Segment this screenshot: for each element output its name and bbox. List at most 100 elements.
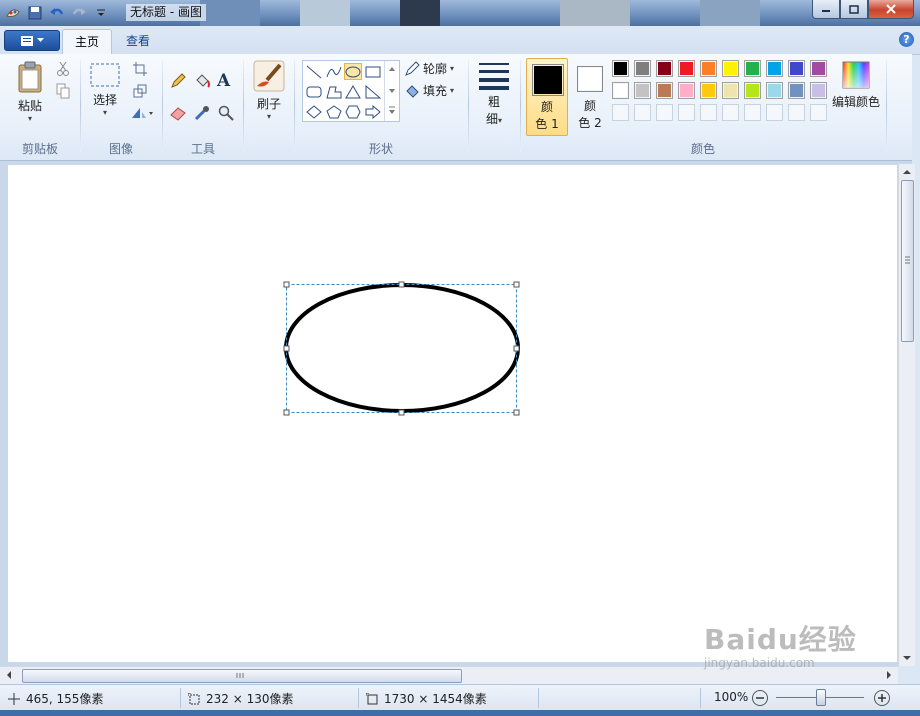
color-swatch[interactable] <box>656 60 673 77</box>
rotate-icon[interactable] <box>129 104 155 122</box>
shapes-group-label: 形状 <box>368 142 393 156</box>
color-swatch[interactable] <box>722 60 739 77</box>
color-swatch[interactable] <box>656 82 673 99</box>
title-bar-background <box>300 0 350 26</box>
color-swatch-fill <box>790 62 803 75</box>
color-swatch[interactable] <box>634 60 651 77</box>
vertical-scrollbar[interactable] <box>898 164 915 666</box>
empty-color-swatch[interactable] <box>788 104 805 121</box>
empty-color-swatch[interactable] <box>744 104 761 121</box>
shape-diamond-icon[interactable] <box>305 103 323 120</box>
customize-toolbar-icon[interactable] <box>92 4 110 22</box>
ribbon-divider <box>520 60 521 152</box>
empty-color-swatch[interactable] <box>678 104 695 121</box>
close-button[interactable] <box>868 0 914 19</box>
color-swatch[interactable] <box>700 82 717 99</box>
zoom-slider-thumb[interactable] <box>816 689 826 706</box>
paste-button[interactable]: 粘贴 ▾ <box>12 60 48 123</box>
color1-label-top: 颜 <box>540 100 553 114</box>
cut-icon[interactable] <box>54 60 72 78</box>
shape-rectangle-icon[interactable] <box>364 63 382 80</box>
shape-polygon-icon[interactable] <box>325 83 343 100</box>
vertical-scroll-thumb[interactable] <box>901 180 914 342</box>
size-button[interactable]: 粗 细▾ <box>474 60 514 127</box>
shape-right-triangle-icon[interactable] <box>364 83 382 100</box>
shape-oval-icon[interactable] <box>344 63 362 80</box>
grip-icon <box>236 673 244 678</box>
scroll-up-icon[interactable] <box>900 166 914 178</box>
title-bar-background <box>560 0 630 26</box>
shape-curve-icon[interactable] <box>325 63 343 80</box>
shape-hexagon-icon[interactable] <box>344 103 362 120</box>
zoom-out-button[interactable] <box>752 690 768 706</box>
empty-color-swatch[interactable] <box>656 104 673 121</box>
horizontal-scroll-thumb[interactable] <box>22 669 462 683</box>
empty-color-swatch[interactable] <box>766 104 783 121</box>
select-button[interactable]: 选择 ▾ <box>89 62 121 117</box>
brushes-button[interactable]: 刷子 ▾ <box>250 60 288 121</box>
empty-color-swatch[interactable] <box>810 104 827 121</box>
color-swatch[interactable] <box>634 82 651 99</box>
drawing-canvas[interactable] <box>8 165 897 662</box>
color-swatch[interactable] <box>722 82 739 99</box>
copy-icon[interactable] <box>54 82 72 100</box>
crop-icon[interactable] <box>131 60 149 78</box>
color1-button[interactable]: 颜 色 1 <box>526 58 568 136</box>
empty-color-swatch[interactable] <box>634 104 651 121</box>
color-palette <box>612 60 830 124</box>
minimize-button[interactable] <box>812 0 840 19</box>
shape-triangle-icon[interactable] <box>344 83 362 100</box>
shape-rounded-rectangle-icon[interactable] <box>305 83 323 100</box>
fill-button[interactable]: 填充 ▾ <box>404 82 454 99</box>
shapes-scroll[interactable] <box>384 61 399 121</box>
outline-button[interactable]: 轮廓 ▾ <box>404 60 454 77</box>
empty-color-swatch[interactable] <box>700 104 717 121</box>
shape-line-icon[interactable] <box>305 63 323 80</box>
paint-menu-button[interactable] <box>4 30 60 51</box>
color-swatch[interactable] <box>612 82 629 99</box>
edit-colors-button[interactable]: 编辑颜色 <box>832 60 880 110</box>
text-tool-icon[interactable]: A <box>217 71 230 91</box>
save-icon[interactable] <box>26 4 44 22</box>
selection-size-icon <box>188 692 200 704</box>
undo-icon[interactable] <box>48 4 66 22</box>
chevron-down-icon: ▾ <box>27 114 32 123</box>
eraser-icon[interactable] <box>169 104 187 122</box>
shape-arrow-icon[interactable] <box>364 103 382 120</box>
tab-view[interactable]: 查看 <box>114 29 162 54</box>
color-swatch[interactable] <box>766 60 783 77</box>
color-swatch[interactable] <box>612 60 629 77</box>
maximize-icon <box>849 4 859 14</box>
empty-color-swatch[interactable] <box>612 104 629 121</box>
scroll-right-icon[interactable] <box>883 668 895 682</box>
paint-app-icon[interactable] <box>4 4 22 22</box>
magnifier-icon[interactable] <box>217 104 235 122</box>
color1-swatch <box>532 64 564 96</box>
pencil-icon[interactable] <box>169 72 187 90</box>
scroll-left-icon[interactable] <box>3 668 15 682</box>
fill-bucket-icon[interactable] <box>193 72 211 90</box>
shape-pentagon-icon[interactable] <box>325 103 343 120</box>
color2-button[interactable]: 颜 色 2 <box>570 58 610 136</box>
empty-color-swatch[interactable] <box>722 104 739 121</box>
color-swatch[interactable] <box>810 60 827 77</box>
color-swatch[interactable] <box>678 60 695 77</box>
resize-icon[interactable] <box>131 82 149 100</box>
color-swatch[interactable] <box>788 60 805 77</box>
ribbon-tab-row: 主页 查看 ? <box>0 26 920 55</box>
color2-label-top: 颜 <box>583 99 596 113</box>
maximize-button[interactable] <box>840 0 868 19</box>
color-swatch[interactable] <box>700 60 717 77</box>
scroll-down-icon[interactable] <box>900 652 914 664</box>
color-swatch[interactable] <box>810 82 827 99</box>
zoom-in-button[interactable] <box>874 690 890 706</box>
color-swatch[interactable] <box>744 60 761 77</box>
tab-home[interactable]: 主页 <box>62 29 113 55</box>
help-icon[interactable]: ? <box>899 32 914 47</box>
color-swatch[interactable] <box>788 82 805 99</box>
redo-icon[interactable] <box>70 4 88 22</box>
color-swatch[interactable] <box>678 82 695 99</box>
color-swatch[interactable] <box>766 82 783 99</box>
color-picker-icon[interactable] <box>193 104 211 122</box>
color-swatch[interactable] <box>744 82 761 99</box>
